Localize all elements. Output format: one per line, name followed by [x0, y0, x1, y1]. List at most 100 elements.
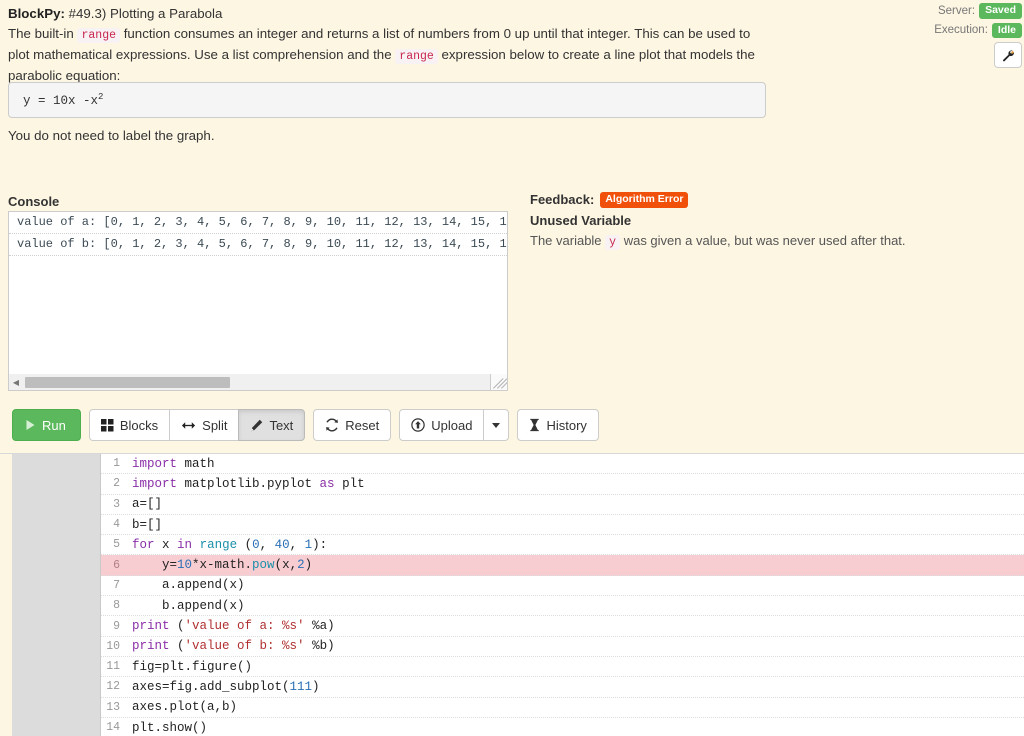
code-line[interactable]: 12 axes=fig.add_subplot(111) [101, 677, 1024, 698]
blocks-icon [100, 418, 114, 432]
code-token: ( [237, 537, 253, 552]
tab-split-label: Split [202, 417, 228, 433]
tab-blocks-label: Blocks [119, 417, 159, 433]
code-token: ): [312, 537, 328, 552]
inline-code-range-1: range [77, 28, 120, 43]
code-token: import [132, 456, 178, 471]
assignment-instructions: BlockPy: #49.3) Plotting a Parabola The … [8, 4, 768, 85]
code-token: for [132, 537, 155, 552]
equation-exponent: 2 [98, 91, 104, 102]
code-token: 'value of a: %s' [184, 619, 305, 634]
scroll-track[interactable] [23, 376, 493, 388]
refresh-icon [325, 418, 339, 432]
code-editor[interactable]: 1 import math 2 import matplotlib.pyplot as… [0, 453, 1024, 736]
code-token: 111 [289, 679, 313, 694]
run-button[interactable]: Run [12, 409, 81, 441]
tab-split[interactable]: Split [169, 409, 240, 441]
scroll-left-icon[interactable]: ◀ [9, 378, 23, 387]
line-number: 2 [113, 477, 120, 491]
code-line[interactable]: 5 for x in range (0, 40, 1): [101, 535, 1024, 556]
code-line[interactable]: 7 a.append(x) [101, 576, 1024, 597]
scroll-thumb[interactable] [25, 377, 230, 388]
code-token: matplotlib.pyplot [177, 476, 320, 491]
code-line[interactable]: 4 b=[] [101, 515, 1024, 536]
code-token: b=[] [132, 517, 163, 532]
assignment-header: BlockPy: #49.3) Plotting a Parabola [8, 4, 768, 23]
code-token: plt.show() [132, 720, 208, 735]
code-token: ( [169, 619, 185, 634]
execution-status-label: Execution: [934, 24, 988, 37]
tab-text[interactable]: Text [238, 409, 306, 441]
inline-code-variable: y [605, 234, 621, 250]
code-line-text: import matplotlib.pyplot as plt [126, 474, 365, 493]
code-token: *x-math. [192, 558, 253, 573]
console-resize-grip[interactable] [490, 374, 507, 391]
code-token: ( [169, 639, 185, 654]
code-token: pow [252, 558, 275, 573]
code-token: ) [312, 679, 320, 694]
tab-blocks[interactable]: Blocks [88, 409, 171, 441]
code-token: , [259, 537, 275, 552]
code-token: fig=plt.figure() [132, 659, 253, 674]
feedback-title: Unused Variable [530, 212, 632, 228]
history-button[interactable]: History [517, 409, 599, 441]
code-line[interactable]: 8 b.append(x) [101, 596, 1024, 617]
code-line[interactable]: 3 a=[] [101, 495, 1024, 515]
line-number: 8 [113, 599, 120, 613]
line-number: 10 [106, 639, 120, 653]
play-icon [25, 419, 36, 431]
code-line[interactable]: 13 axes.plot(a,b) [101, 698, 1024, 718]
editor-toolbar: Run Blocks Split Text Reset Upload Histo… [12, 409, 599, 441]
line-number: 5 [113, 538, 120, 552]
console-line: value of b: [0, 1, 2, 3, 4, 5, 6, 7, 8, … [9, 234, 507, 256]
code-line[interactable]: 11 fig=plt.figure() [101, 657, 1024, 678]
upload-button[interactable]: Upload [399, 409, 485, 441]
code-line[interactable]: 14 plt.show() [101, 718, 1024, 736]
reset-button[interactable]: Reset [313, 409, 392, 441]
upload-dropdown-button[interactable] [483, 409, 510, 441]
upload-button-label: Upload [431, 417, 473, 433]
code-line-text: plt.show() [126, 718, 207, 736]
app-name: BlockPy: [8, 6, 65, 21]
upload-group: Upload [399, 409, 510, 441]
line-number: 11 [106, 660, 120, 674]
settings-button[interactable] [994, 42, 1022, 68]
console-horizontal-scrollbar[interactable]: ◀ ▶ [8, 374, 508, 391]
code-line[interactable]: 10 print ('value of b: %s' %b) [101, 637, 1024, 657]
feedback-label: Feedback: [530, 192, 595, 208]
line-number: 9 [113, 619, 120, 633]
code-token: print [132, 619, 170, 634]
code-text-area[interactable]: 1 import math 2 import matplotlib.pyplot as… [101, 454, 1024, 736]
code-token: plt [334, 476, 365, 491]
code-token: range [199, 537, 238, 552]
blocks-palette-panel [12, 454, 101, 736]
code-line-error[interactable]: 6 y= 10 *x-math. pow (x, 2) [101, 555, 1024, 576]
console-output[interactable]: value of a: [0, 1, 2, 3, 4, 5, 6, 7, 8, … [8, 211, 508, 375]
line-number: 13 [106, 700, 120, 714]
instruction-body: The built-in range function consumes an … [8, 24, 768, 85]
execution-status-row: Execution: Idle [934, 22, 1022, 38]
code-line-text: import math [126, 454, 215, 473]
feedback-header: Feedback: Algorithm Error [530, 192, 1000, 208]
feedback-panel: Feedback: Algorithm Error Unused Variabl… [530, 192, 1000, 252]
code-token: 1 [304, 537, 313, 552]
code-token: as [319, 476, 335, 491]
instruction-text-1: The built-in [8, 26, 74, 41]
code-line-text: fig=plt.figure() [126, 657, 252, 676]
code-token: 0 [252, 537, 260, 552]
code-token: %a) [304, 619, 335, 634]
pencil-icon [250, 419, 263, 432]
status-panel: Server: Saved Execution: Idle [934, 3, 1022, 68]
equation-text: y = 10x -x2 [23, 92, 103, 108]
blockpy-app: BlockPy: #49.3) Plotting a Parabola The … [0, 0, 1024, 736]
code-token: axes.plot(a,b) [132, 700, 238, 715]
code-token: 40 [274, 537, 290, 552]
feedback-text-1: The variable [530, 232, 602, 248]
code-line[interactable]: 2 import matplotlib.pyplot as plt [101, 474, 1024, 495]
code-token: in [177, 537, 193, 552]
code-line[interactable]: 1 import math [101, 454, 1024, 475]
arrows-horizontal-icon [181, 420, 196, 431]
code-token: a=[] [132, 497, 163, 512]
code-line[interactable]: 9 print ('value of a: %s' %a) [101, 616, 1024, 637]
